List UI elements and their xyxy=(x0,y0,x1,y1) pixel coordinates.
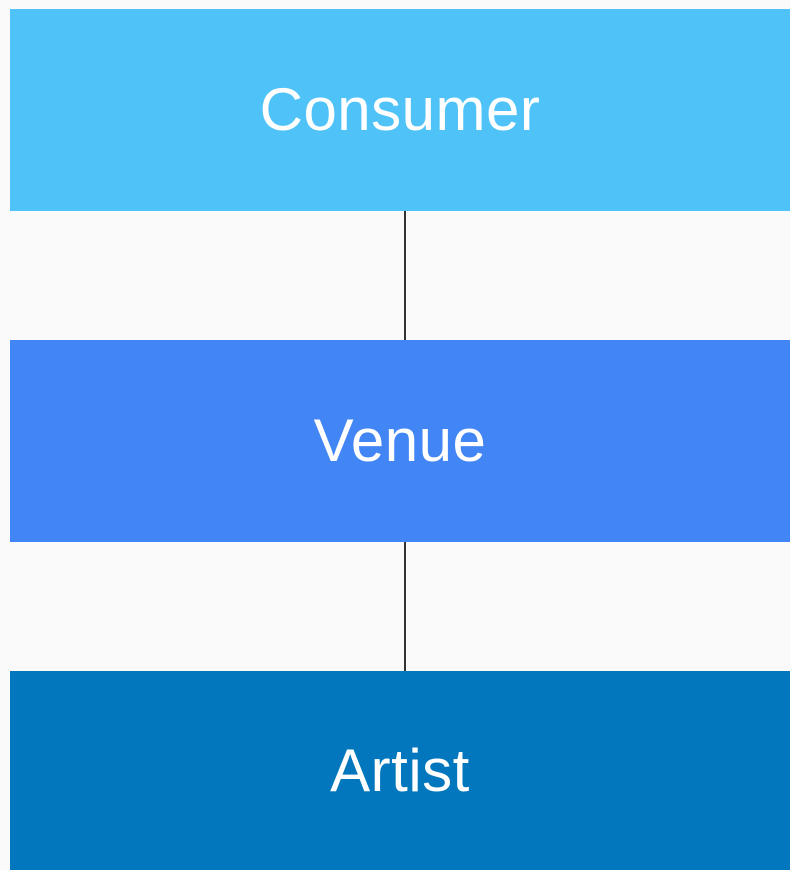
venue-label: Venue xyxy=(313,407,487,474)
venue-box: Venue xyxy=(10,340,790,542)
layer-diagram: Consumer Venue Artist xyxy=(0,0,790,870)
artist-box: Artist xyxy=(10,671,790,870)
consumer-label: Consumer xyxy=(259,76,541,143)
connector-venue-artist xyxy=(404,542,406,671)
connector-consumer-venue xyxy=(404,211,406,340)
consumer-box: Consumer xyxy=(10,9,790,211)
artist-label: Artist xyxy=(330,736,470,804)
